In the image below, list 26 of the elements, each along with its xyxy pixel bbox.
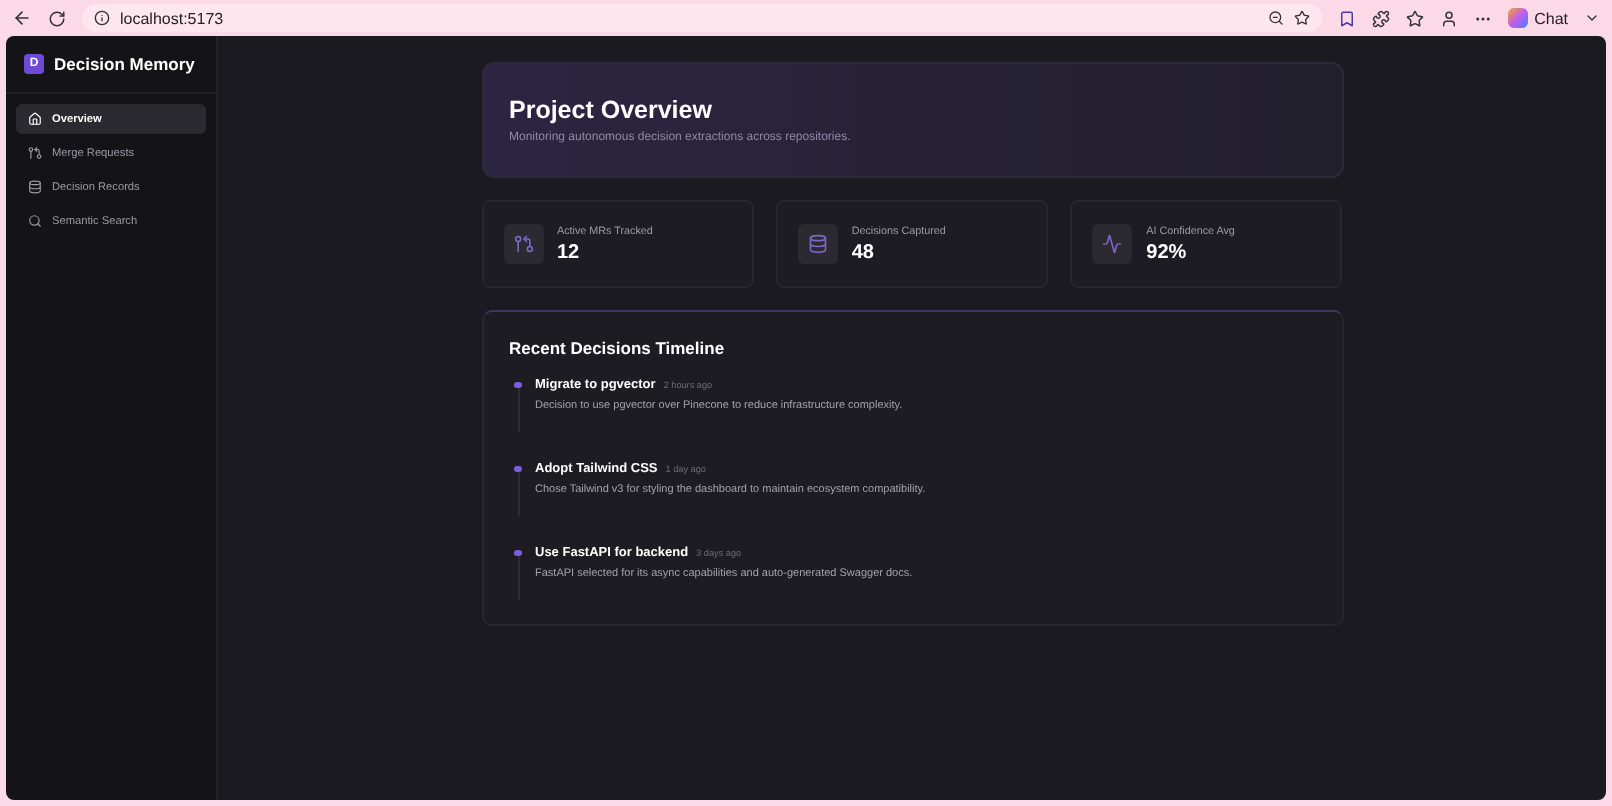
pulse-icon <box>1102 234 1123 254</box>
chat-icon <box>1508 8 1529 28</box>
page-title: Project Overview <box>509 96 714 124</box>
pull-request-icon <box>513 234 533 254</box>
reload-icon[interactable] <box>48 9 66 27</box>
chat-button[interactable]: Chat <box>1508 8 1568 28</box>
zoom-out-icon[interactable] <box>1268 10 1285 26</box>
database-icon <box>807 234 828 254</box>
database-icon <box>28 180 42 194</box>
stat-value: 92% <box>1146 241 1189 263</box>
back-icon[interactable] <box>12 8 32 28</box>
arrows-icon <box>28 146 42 160</box>
home-icon <box>28 112 42 126</box>
search-icon <box>28 214 42 228</box>
favorites-icon[interactable] <box>1406 9 1425 27</box>
puzzle-icon[interactable] <box>1372 9 1391 27</box>
info-icon[interactable] <box>94 10 110 26</box>
address-bar[interactable]: localhost:5173 <box>82 4 1323 32</box>
star-icon[interactable] <box>1294 10 1311 26</box>
brand-name: Decision Memory <box>54 54 195 74</box>
stat-value: 48 <box>851 241 876 263</box>
chevron-icon[interactable] <box>1584 10 1600 26</box>
stat-value: 12 <box>557 241 582 263</box>
profile-icon[interactable] <box>1440 9 1459 27</box>
card-title: Recent Decisions Timeline <box>509 338 727 358</box>
url-text: localhost:5173 <box>120 9 226 27</box>
